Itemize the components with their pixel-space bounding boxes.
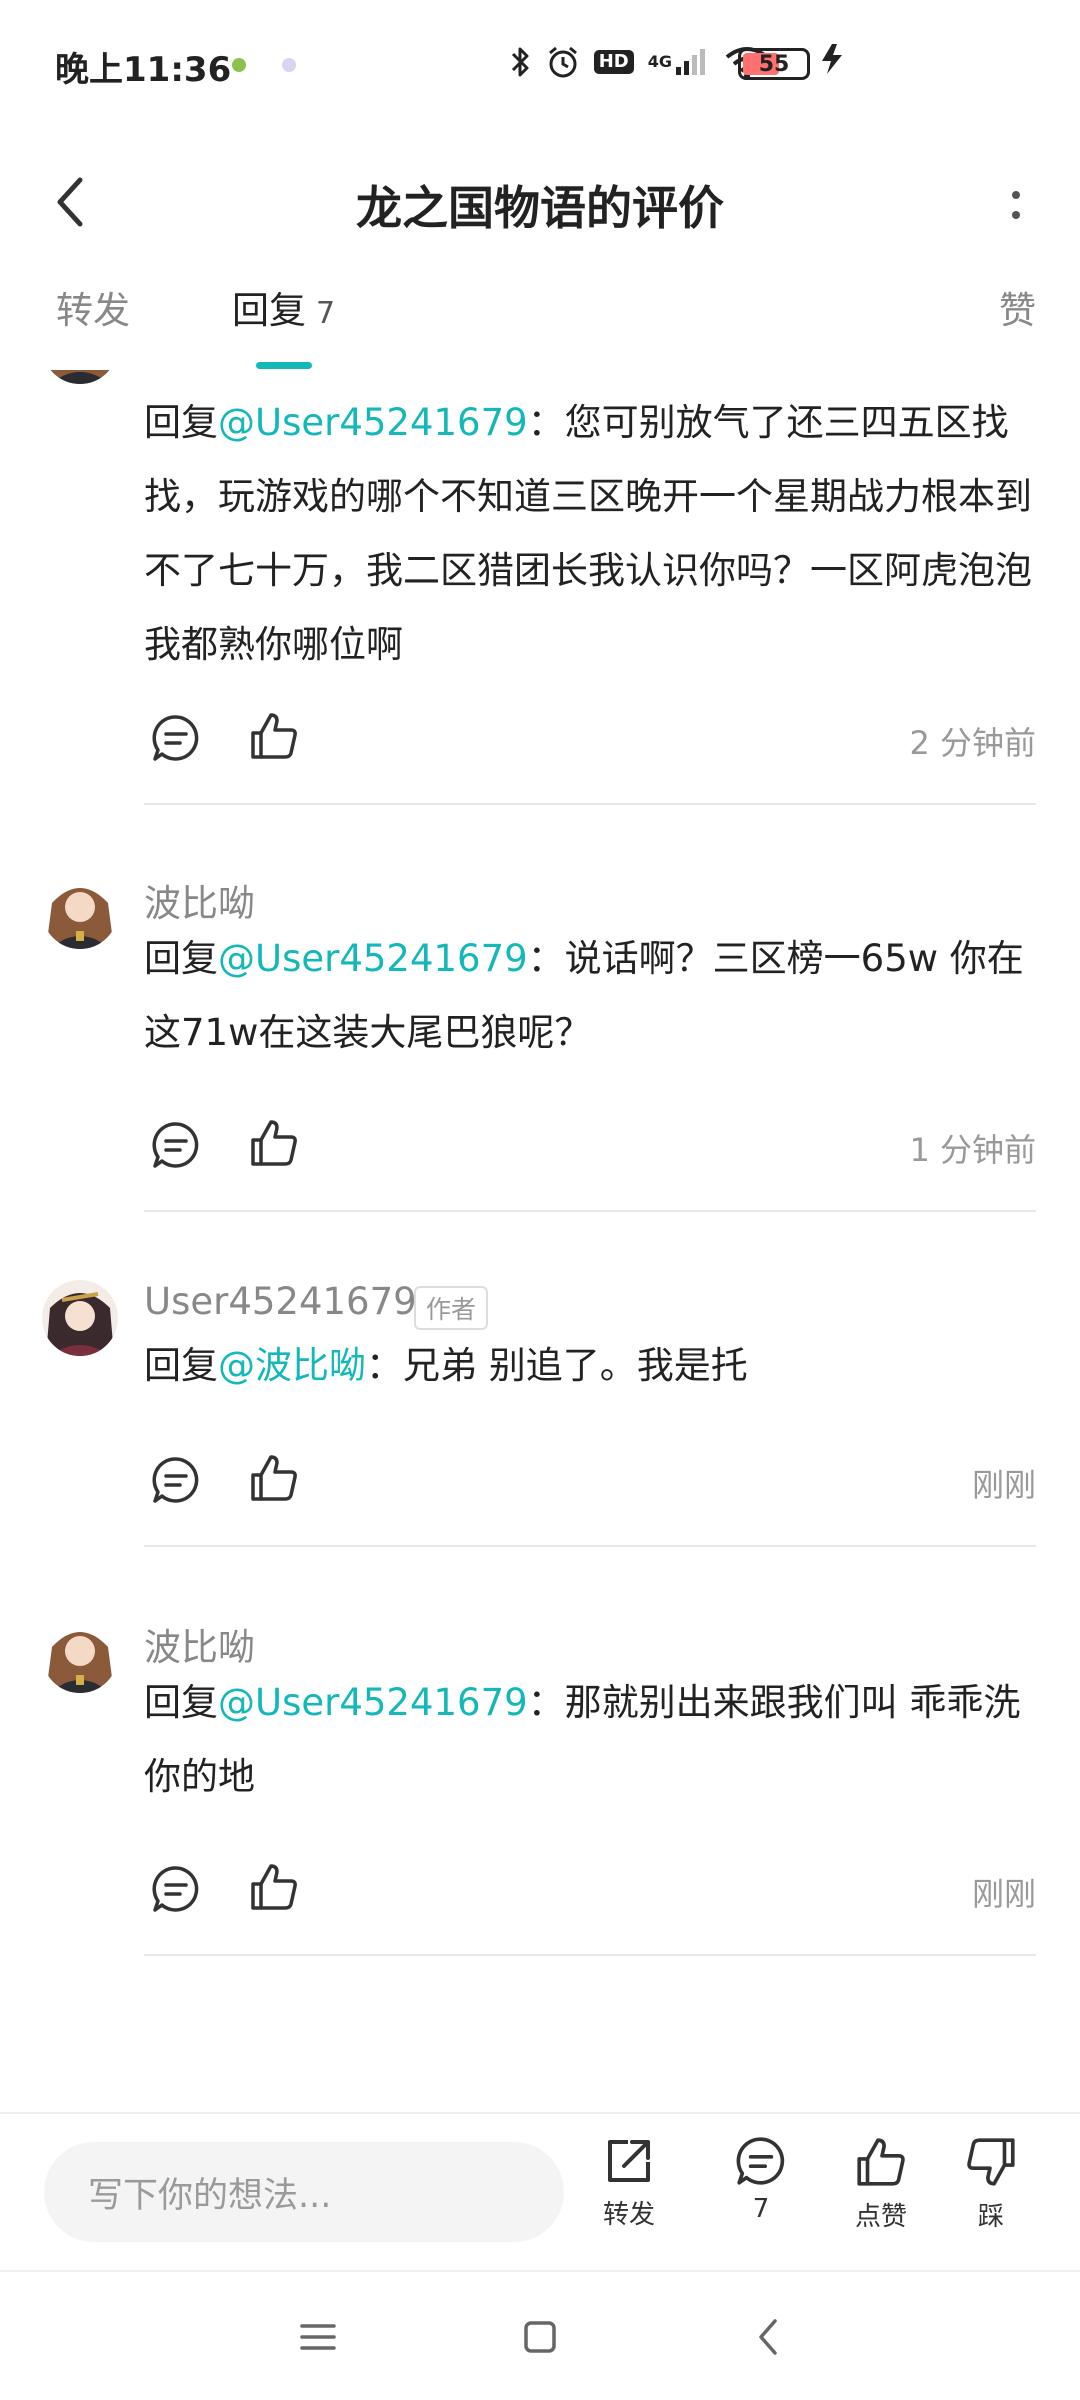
comment-bubble-icon: [152, 1866, 199, 1912]
comment-bubble-icon: [152, 1122, 199, 1168]
thumbs-down-icon: [967, 2138, 1015, 2186]
reply-comment-button[interactable]: [146, 1115, 206, 1175]
battery-icon: 55: [738, 48, 810, 80]
reply-prefix: 回复: [144, 1681, 218, 1724]
reply-prefix: 回复: [144, 401, 218, 444]
menu-icon: [300, 2324, 336, 2350]
status-bar: 晚上11:36 HD 4G 55: [0, 0, 1080, 130]
thumbs-up-icon: [251, 1864, 297, 1910]
hd-icon: HD: [593, 50, 634, 74]
battery-level: 55: [758, 51, 790, 77]
separator: ：: [366, 1344, 403, 1387]
like-button[interactable]: 点赞: [826, 2134, 936, 2233]
network-type-label: 4G: [647, 52, 672, 71]
home-square-icon: [524, 2321, 556, 2353]
comment-bubble-icon: [736, 2137, 785, 2185]
comment-time: 1 分钟前: [909, 1131, 1036, 1169]
separator: ：: [527, 1681, 565, 1724]
like-comment-button[interactable]: [244, 706, 304, 766]
notification-dot-lavender: [282, 58, 296, 72]
tab-active-indicator: [256, 362, 312, 369]
repost-label: 转发: [602, 2200, 655, 2230]
reply-comment-button[interactable]: [146, 1859, 206, 1919]
cellular-signal-icon: 4G: [648, 47, 710, 77]
divider: [144, 803, 1036, 805]
mention-link[interactable]: @波比呦: [218, 1344, 366, 1387]
more-vertical-icon-dot: [1012, 191, 1020, 199]
tab-reply-count: 7: [316, 296, 336, 331]
system-navigation-bar: [0, 2270, 1080, 2400]
comment-list[interactable]: 回复@User45241679：您可别放气了还三四五区找找，玩游戏的哪个不知道三…: [0, 370, 1080, 2110]
separator: ：: [527, 401, 565, 444]
like-label: 点赞: [854, 2202, 907, 2232]
status-time: 晚上11:36: [55, 50, 232, 90]
like-comment-button[interactable]: [244, 1448, 304, 1508]
username[interactable]: User45241679: [144, 1280, 417, 1323]
alarm-icon: [546, 45, 580, 79]
tab-like[interactable]: 赞: [999, 280, 1036, 334]
mention-link[interactable]: @User45241679: [218, 1681, 528, 1724]
tab-repost-label: 转发: [56, 289, 130, 332]
bottom-action-bar: 写下你的想法... 转发 7 点赞 踩: [0, 2112, 1080, 2270]
mention-link[interactable]: @User45241679: [218, 937, 528, 980]
bluetooth-icon: [510, 45, 532, 79]
like-comment-button[interactable]: [244, 1113, 304, 1173]
mention-link[interactable]: @User45241679: [218, 401, 528, 444]
comment-time: 2 分钟前: [909, 724, 1036, 762]
tab-reply[interactable]: 回复 7: [232, 280, 335, 334]
comment-input-placeholder: 写下你的想法...: [88, 2175, 332, 2216]
tab-bar: 转发 回复 7 赞: [0, 280, 1080, 370]
repost-button[interactable]: 转发: [574, 2134, 684, 2231]
comment-text: 回复@User45241679：说话啊？三区榜一65w 你在这71w在这装大尾巴…: [144, 922, 1039, 1070]
comment-bubble-icon: [152, 1457, 199, 1503]
avatar[interactable]: [42, 1280, 118, 1356]
share-icon: [608, 2140, 650, 2182]
back-nav-button[interactable]: [733, 2302, 803, 2372]
username[interactable]: 波比呦: [144, 873, 255, 927]
separator: ：: [527, 937, 565, 980]
thumbs-up-icon: [251, 1455, 297, 1501]
avatar[interactable]: [42, 370, 118, 384]
comment-body: 兄弟 别追了。我是托: [403, 1344, 748, 1387]
page-title: 龙之国物语的评价: [356, 181, 724, 235]
thumbs-up-icon: [251, 1120, 297, 1166]
comment-count: 7: [752, 2194, 770, 2224]
author-badge: 作者: [414, 1286, 489, 1330]
thumbs-up-icon: [251, 713, 297, 759]
tab-repost[interactable]: 转发: [56, 280, 130, 334]
reply-prefix: 回复: [144, 1344, 218, 1387]
reply-prefix: 回复: [144, 937, 218, 980]
status-icons: HD 4G: [510, 42, 770, 82]
like-comment-button[interactable]: [244, 1857, 304, 1917]
username[interactable]: 波比呦: [144, 1617, 255, 1671]
more-vertical-icon-dot: [1012, 211, 1020, 219]
comment-input[interactable]: 写下你的想法...: [44, 2142, 564, 2242]
charging-icon: [818, 42, 848, 85]
reply-comment-button[interactable]: [146, 1450, 206, 1510]
divider: [144, 1545, 1036, 1547]
dislike-label: 踩: [977, 2202, 1004, 2232]
comment-text: 回复@波比呦：兄弟 别追了。我是托: [144, 1329, 1039, 1403]
chevron-left-icon: [759, 2319, 777, 2355]
comment-time: 刚刚: [971, 1875, 1036, 1913]
reply-comment-button[interactable]: [146, 708, 206, 768]
more-options-button[interactable]: [996, 170, 1036, 240]
home-nav-button[interactable]: [505, 2302, 575, 2372]
avatar[interactable]: [42, 1617, 118, 1693]
comment-text: 回复@User45241679：您可别放气了还三四五区找找，玩游戏的哪个不知道三…: [144, 386, 1039, 682]
divider: [144, 1954, 1036, 1956]
avatar[interactable]: [42, 873, 118, 949]
comments-button[interactable]: 7: [706, 2134, 816, 2224]
notification-dot-green: [232, 58, 246, 72]
menu-nav-button[interactable]: [283, 2302, 353, 2372]
divider: [144, 1210, 1036, 1212]
comment-text: 回复@User45241679：那就别出来跟我们叫 乖乖洗你的地: [144, 1666, 1039, 1814]
comment-bubble-icon: [152, 715, 199, 761]
tab-reply-label: 回复: [232, 289, 306, 332]
app-header: 龙之国物语的评价: [0, 130, 1080, 280]
dislike-button[interactable]: 踩: [936, 2134, 1046, 2233]
tab-like-label: 赞: [999, 289, 1036, 332]
thumbs-up-icon: [857, 2138, 905, 2186]
comment-time: 刚刚: [971, 1466, 1036, 1504]
